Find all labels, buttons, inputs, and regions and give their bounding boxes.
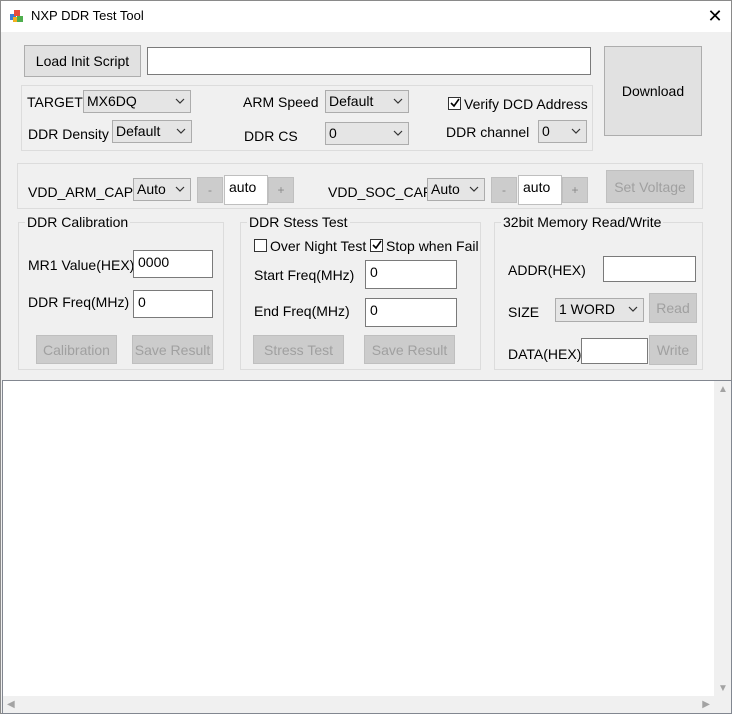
end-freq-field[interactable]: 0 [365,298,457,327]
checkmark-icon [372,240,382,250]
ddr-channel-value: 0 [542,123,550,139]
soc-increment-button[interactable]: + [562,177,588,203]
data-field[interactable] [581,338,648,364]
calibration-button[interactable]: Calibration [36,335,117,364]
vdd-soc-cap-value: Auto [431,181,460,197]
scrollbar-corner [714,696,731,713]
size-label: SIZE [508,304,540,320]
script-path-field[interactable] [147,47,591,75]
scroll-left-icon[interactable]: ◀ [7,699,15,710]
ddr-freq-field[interactable]: 0 [133,290,213,318]
vdd-arm-cap-select[interactable]: Auto [133,178,191,201]
vdd-soc-cap-select[interactable]: Auto [427,178,485,201]
chevron-down-icon [571,128,581,134]
ddr-cs-select[interactable]: 0 [325,122,409,145]
calibration-legend: DDR Calibration [25,214,131,230]
calibration-save-button[interactable]: Save Result [132,335,213,364]
addr-label: ADDR(HEX) [508,262,586,278]
end-freq-label: End Freq(MHz) [254,303,350,319]
start-freq-field[interactable]: 0 [365,260,457,289]
set-voltage-button[interactable]: Set Voltage [606,170,694,203]
mr1-label: MR1 Value(HEX) [28,257,135,273]
ddr-channel-select[interactable]: 0 [538,120,587,143]
arm-voltage-field[interactable]: auto [224,175,268,205]
log-output-area[interactable]: ▲ ▼ ◀ ▶ [2,380,732,714]
main-window: NXP DDR Test Tool ✕ Load Init Script Dow… [0,0,732,714]
stress-save-button[interactable]: Save Result [364,335,455,364]
close-button[interactable]: ✕ [699,1,731,32]
vertical-scrollbar[interactable]: ▲ ▼ [714,381,731,697]
verify-dcd-checkbox[interactable] [448,97,461,110]
close-icon: ✕ [707,6,723,26]
arm-speed-value: Default [329,93,374,109]
read-button[interactable]: Read [649,293,697,323]
soc-voltage-field[interactable]: auto [518,175,562,205]
load-init-script-button[interactable]: Load Init Script [24,45,141,77]
title-bar: NXP DDR Test Tool ✕ [1,1,731,32]
arm-speed-select[interactable]: Default [325,90,409,113]
vdd-arm-cap-value: Auto [137,181,166,197]
size-value: 1 WORD [559,301,615,317]
verify-dcd-label: Verify DCD Address [464,96,588,112]
arm-decrement-button[interactable]: - [197,177,223,203]
arm-increment-button[interactable]: + [268,177,294,203]
scroll-up-icon[interactable]: ▲ [718,384,728,395]
ddr-density-label: DDR Density [28,126,109,142]
chevron-down-icon [393,130,403,136]
scroll-right-icon[interactable]: ▶ [702,699,710,710]
app-icon [10,10,23,22]
log-text [3,381,731,389]
write-button[interactable]: Write [649,335,697,365]
chevron-down-icon [175,186,185,192]
overnight-label: Over Night Test [270,238,367,254]
chevron-down-icon [175,98,185,104]
stop-when-fail-label: Stop when Fail [386,238,479,254]
horizontal-scrollbar[interactable]: ◀ ▶ [3,696,714,713]
ddr-density-select[interactable]: Default [112,120,192,143]
mr1-field[interactable]: 0000 [133,250,213,278]
scroll-down-icon[interactable]: ▼ [718,683,728,694]
arm-speed-label: ARM Speed [243,94,319,110]
chevron-down-icon [393,98,403,104]
chevron-down-icon [469,186,479,192]
ddr-density-value: Default [116,123,161,139]
ddr-freq-label: DDR Freq(MHz) [28,294,130,310]
size-select[interactable]: 1 WORD [555,298,644,322]
target-value: MX6DQ [87,93,137,109]
target-label: TARGET [27,94,83,110]
data-label: DATA(HEX) [508,346,582,362]
window-title: NXP DDR Test Tool [31,8,144,23]
overnight-checkbox[interactable] [254,239,267,252]
memory-legend: 32bit Memory Read/Write [501,214,664,230]
target-select[interactable]: MX6DQ [83,90,191,113]
checkmark-icon [450,98,460,108]
vdd-arm-cap-label: VDD_ARM_CAP [28,184,134,200]
download-button[interactable]: Download [604,46,702,136]
stop-when-fail-checkbox[interactable] [370,239,383,252]
addr-field[interactable] [603,256,696,282]
start-freq-label: Start Freq(MHz) [254,267,355,283]
vdd-soc-cap-label: VDD_SOC_CAP [328,184,433,200]
chevron-down-icon [176,128,186,134]
ddr-cs-value: 0 [329,125,337,141]
chevron-down-icon [628,306,638,312]
ddr-cs-label: DDR CS [244,128,298,144]
stress-test-button[interactable]: Stress Test [253,335,344,364]
ddr-channel-label: DDR channel [446,124,530,140]
soc-decrement-button[interactable]: - [491,177,517,203]
stress-legend: DDR Stess Test [247,214,350,230]
